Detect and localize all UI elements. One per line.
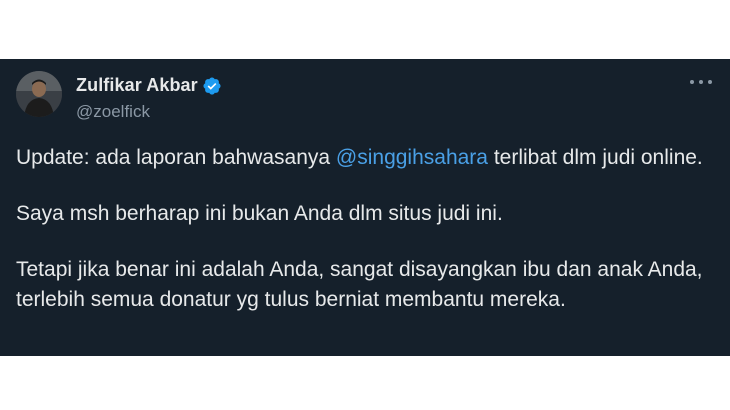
- avatar-image: [16, 71, 62, 117]
- more-dot: [699, 80, 703, 84]
- mention-link[interactable]: @singgihsahara: [336, 146, 488, 169]
- more-dot: [708, 80, 712, 84]
- verified-badge-icon: [202, 76, 222, 96]
- more-options-icon[interactable]: [690, 77, 712, 87]
- display-name[interactable]: Zulfikar Akbar: [76, 75, 198, 96]
- tweet-p1-before: Update: ada laporan bahwasanya: [16, 146, 336, 169]
- tweet-paragraph-2: Saya msh berharap ini bukan Anda dlm sit…: [16, 202, 503, 225]
- author-handle[interactable]: @zoelfick: [76, 102, 150, 122]
- tweet-p1-after: terlibat dlm judi online.: [487, 146, 703, 169]
- tweet-text: Update: ada laporan bahwasanya @singgihs…: [16, 143, 716, 341]
- author-name-row: Zulfikar Akbar: [76, 75, 222, 96]
- tweet-paragraph-3: Tetapi jika benar ini adalah Anda, sanga…: [16, 258, 703, 311]
- avatar[interactable]: [16, 71, 62, 117]
- more-dot: [690, 80, 694, 84]
- tweet-paragraph-1: Update: ada laporan bahwasanya @singgihs…: [16, 143, 716, 173]
- tweet-card: Zulfikar Akbar @zoelfick Update: ada lap…: [0, 59, 730, 356]
